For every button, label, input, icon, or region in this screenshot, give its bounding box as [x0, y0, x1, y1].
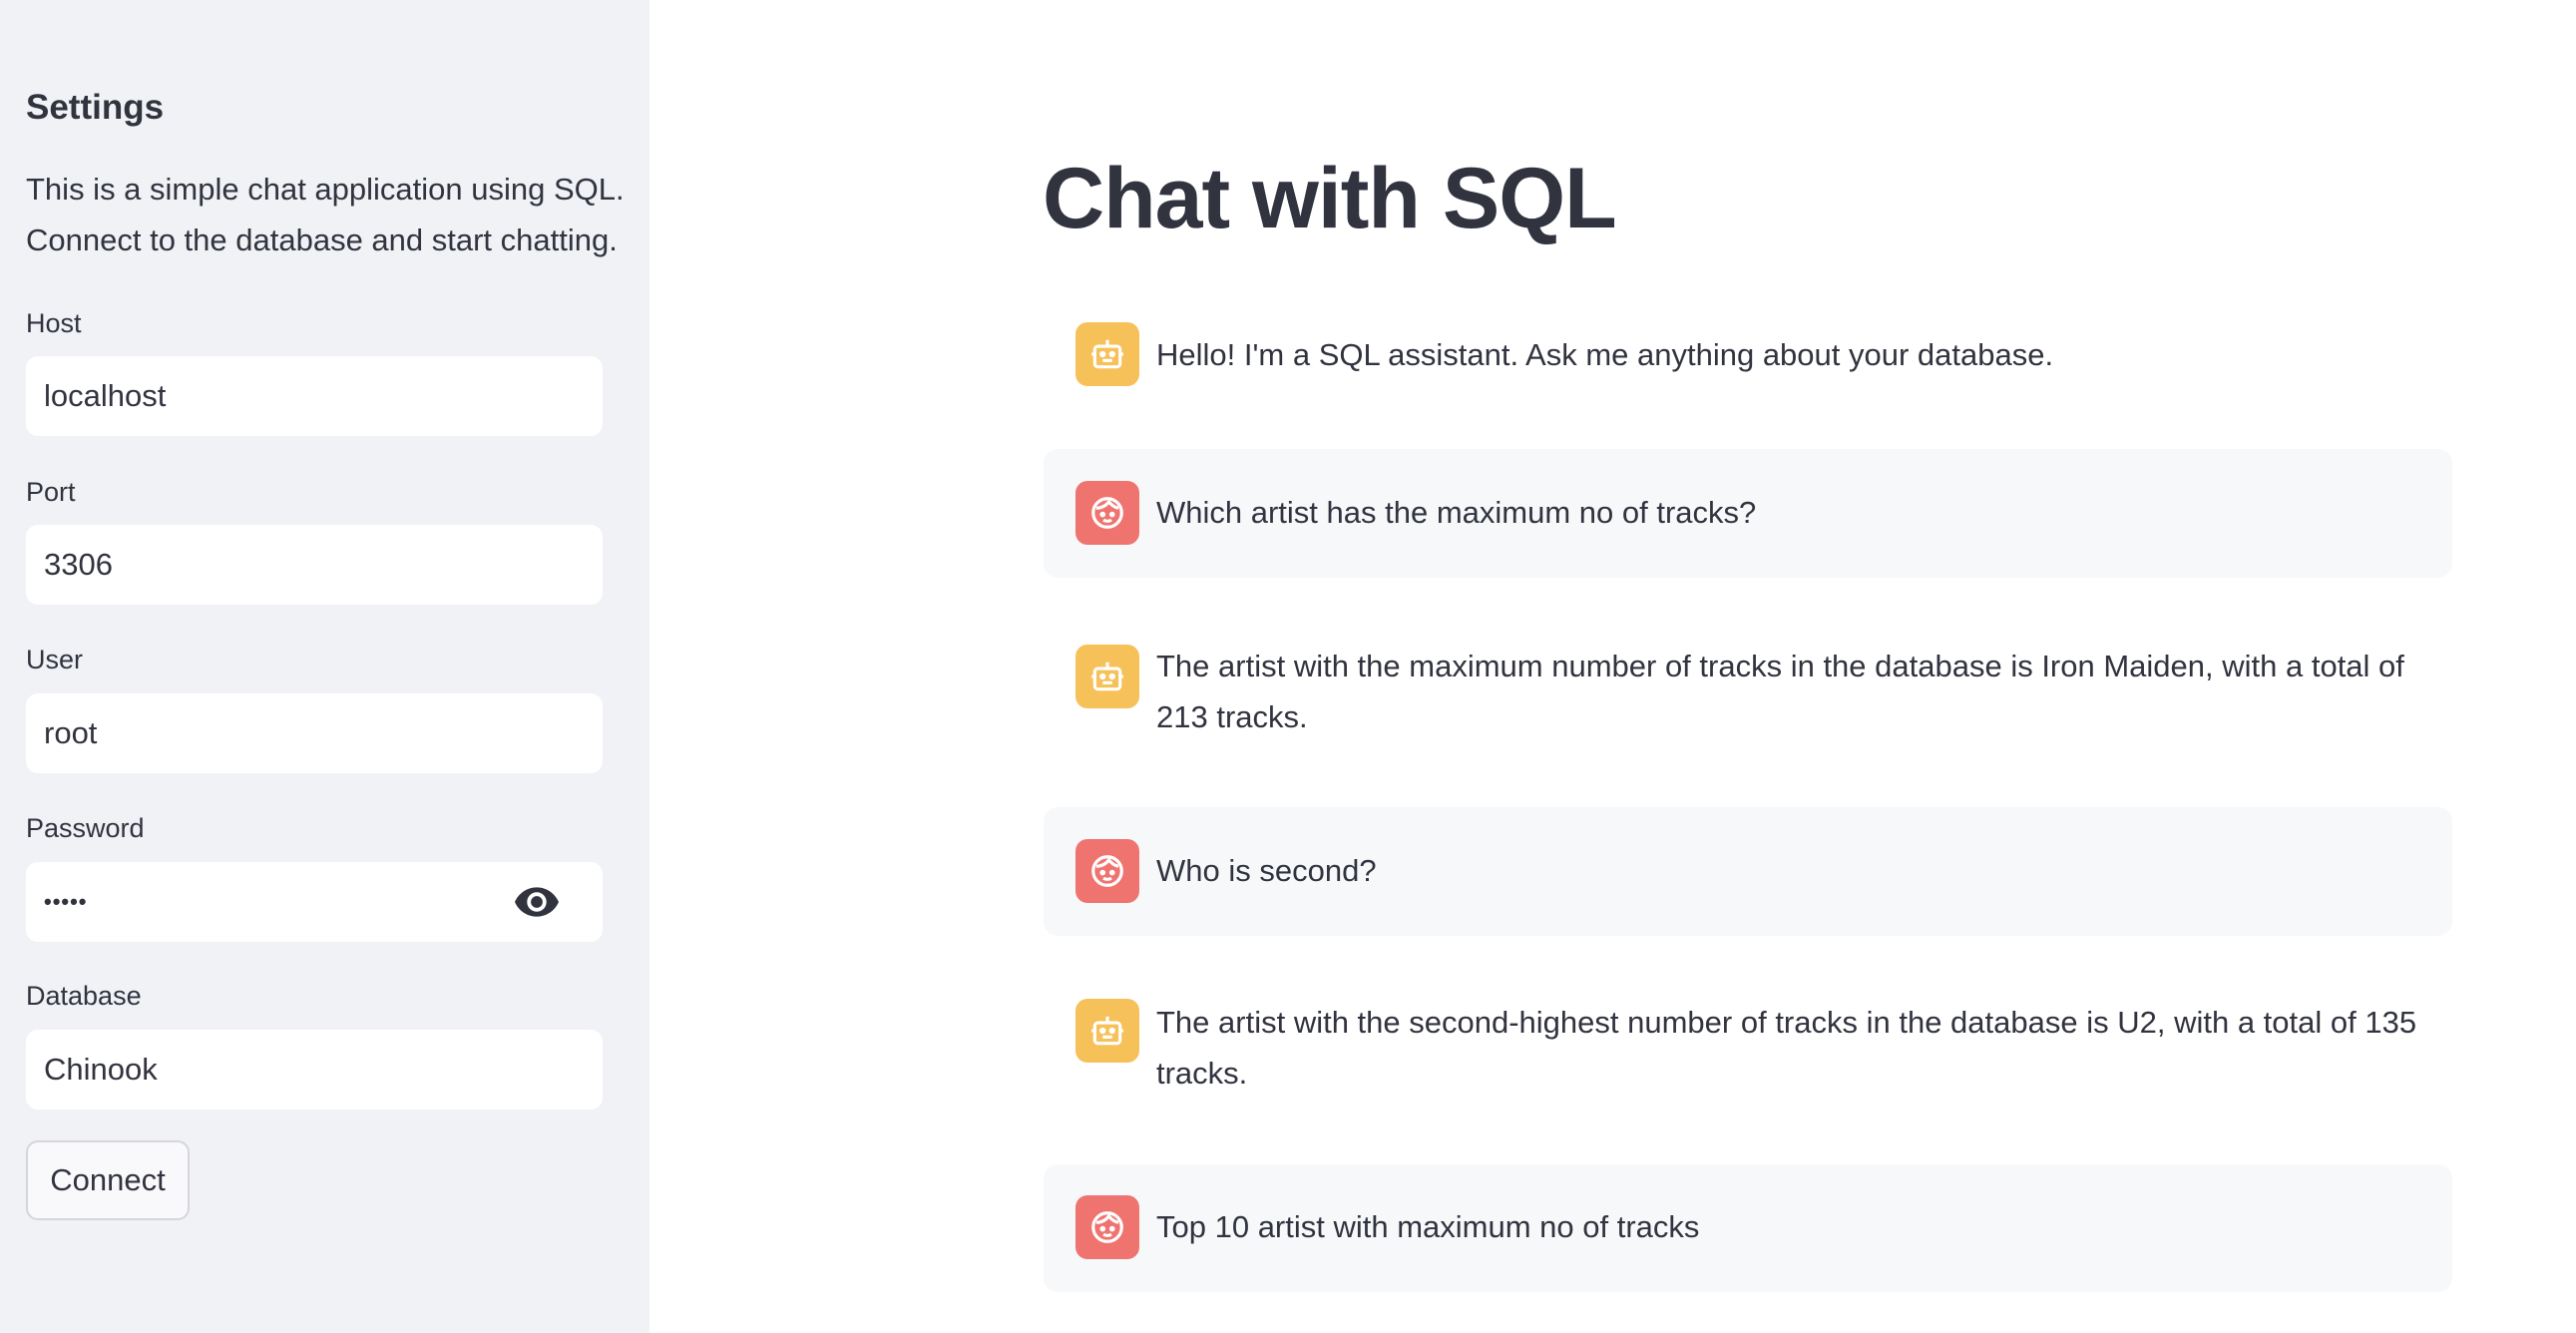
page-title: Chat with SQL [1043, 151, 1617, 246]
password-label: Password [26, 813, 145, 843]
message-text: The artist with the second-highest numbe… [1156, 1005, 2417, 1091]
port-value: 3306 [44, 547, 113, 582]
chat-message-user: Top 10 artist with maximum no of tracks [1044, 1164, 2452, 1292]
password-input[interactable]: ••••• [26, 862, 603, 942]
chat-message-user: Which artist has the maximum no of track… [1044, 449, 2452, 578]
database-label: Database [26, 981, 142, 1011]
message-text: Hello! I'm a SQL assistant. Ask me anyth… [1156, 337, 2054, 372]
host-value: localhost [44, 378, 167, 413]
eye-icon[interactable] [515, 887, 559, 917]
robot-icon [1075, 999, 1139, 1063]
sidebar-title: Settings [26, 88, 165, 127]
app-root: Settings This is a simple chat applicati… [0, 0, 2576, 1333]
robot-icon [1075, 645, 1139, 708]
user-value: root [44, 715, 98, 750]
face-icon [1075, 1195, 1139, 1259]
database-value: Chinook [44, 1052, 158, 1087]
message-text: Top 10 artist with maximum no of tracks [1156, 1209, 1700, 1244]
database-input[interactable]: Chinook [26, 1030, 603, 1110]
port-input[interactable]: 3306 [26, 525, 603, 605]
sidebar-description: This is a simple chat application using … [26, 172, 625, 257]
chat-message-assistant: Hello! I'm a SQL assistant. Ask me anyth… [1044, 302, 2452, 402]
chat-message-assistant: The artist with the maximum number of tr… [1044, 619, 2452, 768]
user-label: User [26, 645, 84, 674]
chat-message-user: Who is second? [1044, 807, 2452, 936]
robot-icon [1075, 322, 1139, 386]
face-icon [1075, 839, 1139, 903]
host-label: Host [26, 308, 82, 338]
message-text: The artist with the maximum number of tr… [1156, 649, 2404, 734]
chat-message-assistant: The artist with the second-highest numbe… [1044, 977, 2452, 1126]
face-icon [1075, 481, 1139, 545]
port-label: Port [26, 477, 76, 507]
host-input[interactable]: localhost [26, 356, 603, 436]
password-value: ••••• [44, 889, 88, 914]
sidebar: Settings This is a simple chat applicati… [0, 0, 649, 1333]
message-text: Who is second? [1156, 853, 1377, 888]
user-input[interactable]: root [26, 693, 603, 773]
message-text: Which artist has the maximum no of track… [1156, 495, 1757, 530]
connect-button[interactable]: Connect [26, 1140, 190, 1220]
